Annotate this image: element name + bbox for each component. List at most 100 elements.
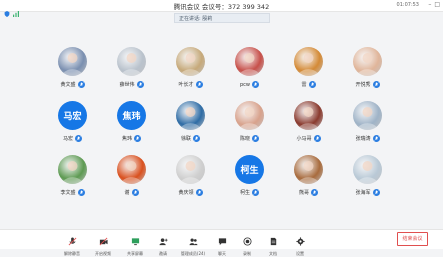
participant-name: 谢	[124, 190, 130, 196]
avatar	[176, 47, 205, 76]
avatar	[294, 101, 323, 130]
avatar	[117, 155, 146, 184]
participant-tile[interactable]: 马宏 马宏	[43, 99, 102, 153]
invite-button[interactable]: 邀请	[151, 231, 175, 256]
avatar-photo	[121, 53, 142, 76]
avatar-photo	[62, 161, 83, 184]
toolbar-label: 共享屏幕	[127, 251, 143, 256]
participant-tile[interactable]: 薛世伟	[102, 45, 161, 99]
participant-name-row: 黄庆领	[161, 189, 220, 196]
participant-tile[interactable]: 黄庆领	[161, 153, 220, 207]
participant-name: 开悦秀	[355, 82, 371, 88]
participant-name: 张海军	[355, 190, 371, 196]
minimize-icon[interactable]: –	[428, 1, 431, 8]
participant-tile[interactable]: 熊哥	[279, 153, 338, 207]
participant-name: 李文盛	[60, 190, 76, 196]
participant-name-row: 徐联	[161, 135, 220, 142]
participant-name: 熊哥	[298, 190, 309, 196]
participant-tile[interactable]: 徐联	[161, 99, 220, 153]
record-icon	[242, 231, 252, 250]
participant-tile[interactable]: 柯生 柯生	[220, 153, 279, 207]
participant-tile[interactable]: 陈晓	[220, 99, 279, 153]
participant-name: 小马哥	[296, 136, 312, 142]
participant-name-row: 李文盛	[43, 189, 102, 196]
participant-name-row: pcw	[220, 81, 279, 88]
participant-tile[interactable]: 叶长才	[161, 45, 220, 99]
participant-tile[interactable]: 张瑞涛	[338, 99, 397, 153]
participant-name-row: 张瑞涛	[338, 135, 397, 142]
avatar-photo	[239, 107, 260, 130]
video-off-icon	[99, 231, 108, 250]
participant-name: 徐联	[180, 136, 191, 142]
toolbar-label: 管理成员(24)	[180, 251, 206, 256]
document-icon	[269, 231, 278, 250]
participant-name-row: 张海军	[338, 189, 397, 196]
participant-tile[interactable]: 雷	[279, 45, 338, 99]
participant-tile[interactable]: 张海军	[338, 153, 397, 207]
avatar	[117, 47, 146, 76]
participant-tile[interactable]: 焦玮 焦玮	[102, 99, 161, 153]
mic-muted-icon	[193, 135, 200, 142]
participant-name-row: 马宏	[43, 135, 102, 142]
participant-name-row: 黄文盛	[43, 81, 102, 88]
avatar: 柯生	[235, 155, 264, 184]
mic-muted-icon	[372, 135, 380, 142]
chat-button[interactable]: 聊天	[210, 231, 234, 256]
participant-name: 焦玮	[121, 136, 132, 142]
avatar-photo	[357, 53, 378, 76]
avatar-photo	[298, 53, 319, 76]
share-screen-icon	[131, 231, 140, 250]
participant-name: 柯生	[239, 190, 250, 196]
mic-muted-icon	[252, 81, 259, 88]
toolbar-label: 解除静音	[64, 251, 80, 256]
avatar	[58, 155, 87, 184]
avatar	[176, 101, 205, 130]
participant-tile[interactable]: 开悦秀	[338, 45, 397, 99]
participant-name-row: 陈晓	[220, 135, 279, 142]
chat-icon	[218, 231, 227, 250]
manage-members-button[interactable]: 管理成员(24)	[181, 231, 205, 256]
participant-tile[interactable]: 谢	[102, 153, 161, 207]
participant-name-row: 开悦秀	[338, 81, 397, 88]
window-controls: – □	[428, 1, 440, 8]
start-video-button[interactable]: 开启视频	[91, 231, 115, 256]
mic-muted-icon	[308, 81, 316, 88]
participant-tile[interactable]: 小马哥	[279, 99, 338, 153]
avatar: 马宏	[58, 101, 87, 130]
record-button[interactable]: 录制	[235, 231, 259, 256]
participant-tile[interactable]: 黄文盛	[43, 45, 102, 99]
toolbar-label: 设置	[296, 251, 304, 256]
participant-tile[interactable]: 李文盛	[43, 153, 102, 207]
mic-muted-icon	[252, 135, 259, 142]
participant-name: 雷	[301, 82, 307, 88]
participant-name: 叶长才	[178, 82, 194, 88]
mic-muted-icon	[252, 189, 259, 196]
participant-tile[interactable]: pcw	[220, 45, 279, 99]
mic-muted-icon	[372, 189, 380, 196]
mic-muted-icon	[311, 189, 318, 196]
end-meeting-button[interactable]: 结束会议	[397, 232, 428, 246]
avatar	[176, 155, 205, 184]
mic-muted-icon	[195, 189, 203, 196]
title-bar: 腾讯会议 会议号：372 399 342 01:07:53 – □	[0, 0, 443, 17]
participant-name: 陈晓	[239, 136, 250, 142]
mic-muted-icon	[131, 189, 139, 196]
unmute-button[interactable]: 解除静音	[60, 231, 84, 256]
avatar-photo	[180, 53, 201, 76]
toolbar-label: 录制	[243, 251, 251, 256]
avatar-photo	[62, 53, 83, 76]
share-screen-button[interactable]: 共享屏幕	[123, 231, 147, 256]
mic-muted-icon	[75, 135, 82, 142]
meeting-toolbar: 结束会议 解除静音 开启视频 共享屏幕 邀请 管理成员(24) 聊天 录制 文档 设置	[0, 229, 443, 256]
settings-button[interactable]: 设置	[288, 231, 312, 256]
participant-name: 张瑞涛	[355, 136, 371, 142]
avatar-photo	[239, 53, 260, 76]
members-icon	[188, 231, 198, 250]
speaking-indicator: 正在讲话: 殷莉	[174, 13, 270, 23]
mic-muted-icon	[372, 81, 380, 88]
maximize-icon[interactable]: □	[434, 1, 440, 8]
avatar	[353, 155, 382, 184]
avatar-photo	[121, 161, 142, 184]
document-button[interactable]: 文档	[261, 231, 285, 256]
avatar-photo	[357, 161, 378, 184]
